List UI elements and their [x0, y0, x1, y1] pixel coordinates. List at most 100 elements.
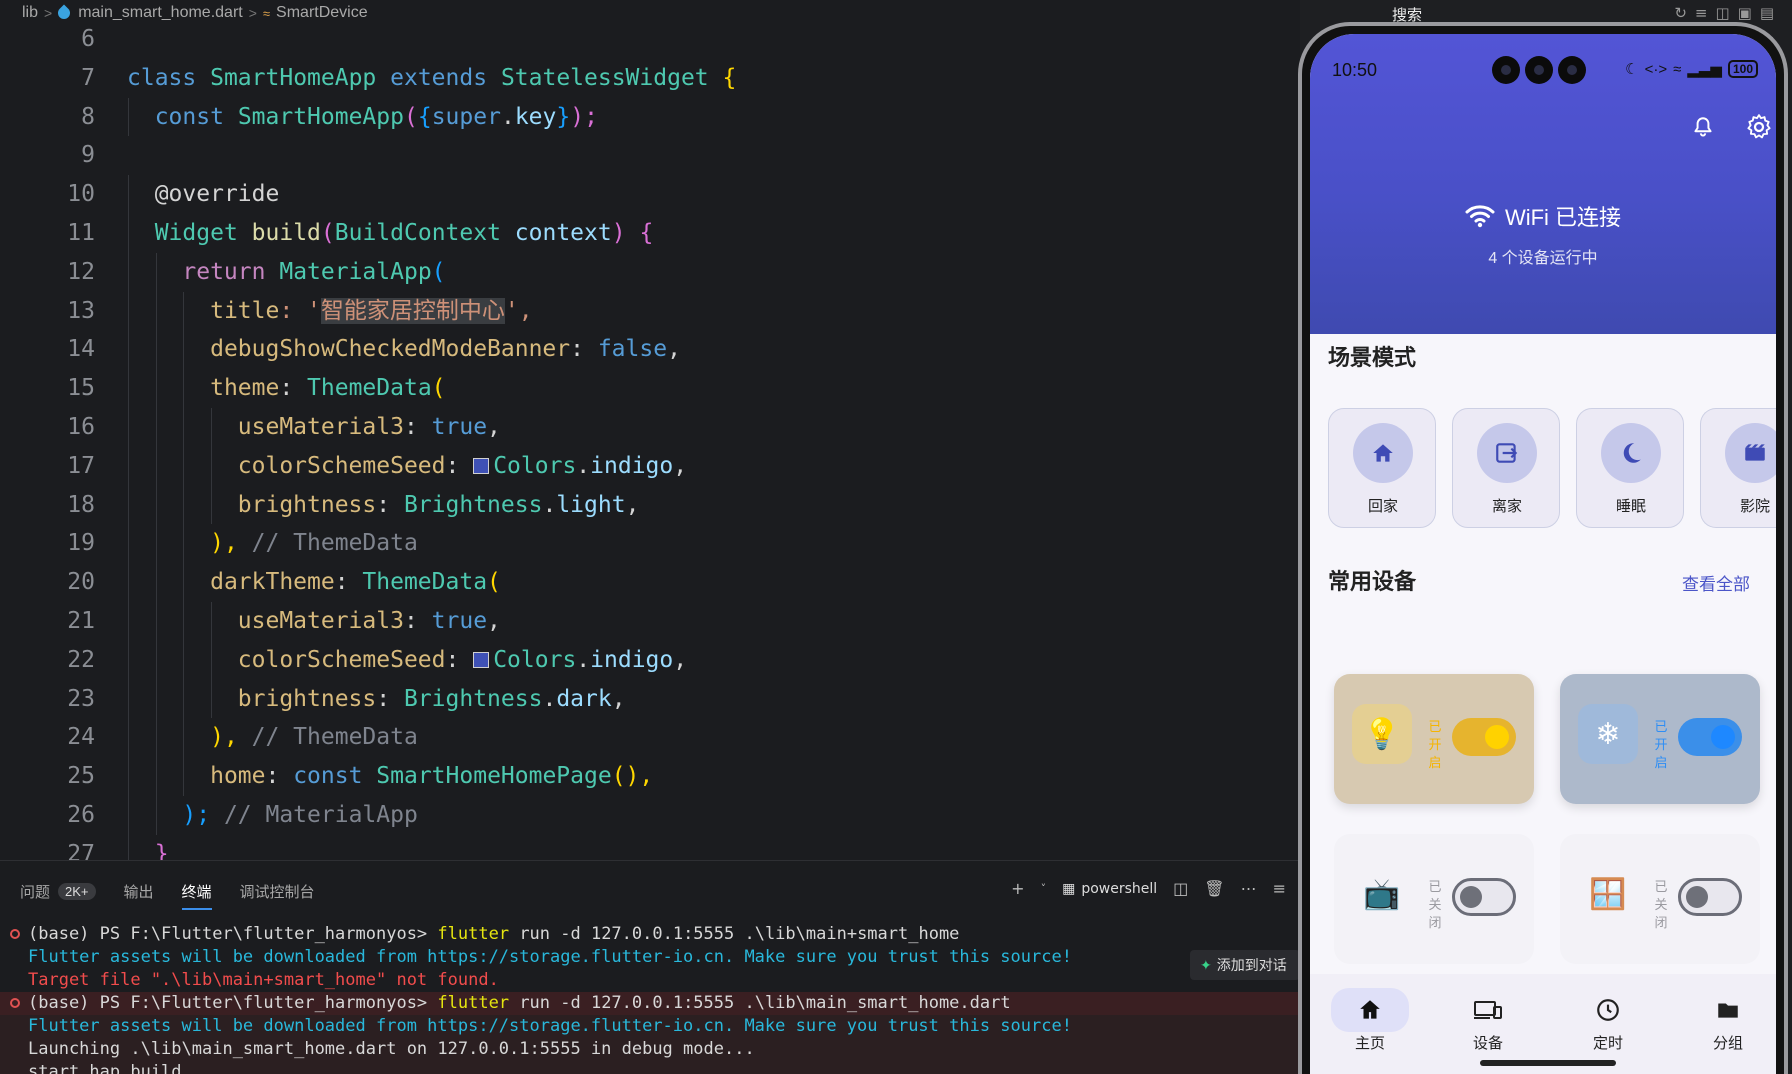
nav-item-devices[interactable]: 设备 [1448, 988, 1528, 1053]
code-line: 14 debugShowCheckedModeBanner: false, [0, 330, 1300, 370]
tab-problems[interactable]: 问题 2K+ [20, 881, 96, 902]
line-number: 26 [67, 801, 95, 828]
sparkle-icon: ✦ [1200, 956, 1212, 973]
snowflake-icon: ❄ [1578, 704, 1638, 764]
exit-icon [1496, 443, 1518, 463]
add-to-chat-button[interactable]: ✦ 添加到对话 [1190, 950, 1300, 980]
color-swatch-icon[interactable] [473, 457, 490, 474]
line-number: 14 [67, 336, 95, 363]
device-status: 已关闭 [1428, 879, 1442, 930]
chevron-down-icon[interactable]: ˅ [1041, 882, 1047, 895]
bell-icon[interactable] [1690, 114, 1716, 142]
line-number: 25 [67, 763, 95, 790]
tab-output[interactable]: 输出 [124, 881, 154, 902]
chevron-right-icon: > [44, 5, 53, 21]
code-line: 12 return MaterialApp( [0, 252, 1300, 292]
device-toggle[interactable] [1678, 878, 1742, 916]
wifi-title: WiFi 已连接 [1504, 205, 1622, 230]
terminal-line: Target file ".\lib\main+smart_home" not … [28, 970, 499, 990]
nav-item-home[interactable]: 主页 [1330, 988, 1410, 1053]
device-status: 已关闭 [1654, 879, 1668, 930]
code-editor[interactable]: lib > main_smart_home.dart > ≈ SmartDevi… [0, 0, 1300, 874]
code-icon: <·> [1644, 60, 1668, 78]
scene-card-home[interactable]: 回家 [1328, 408, 1436, 528]
movie-icon [1745, 444, 1765, 461]
tv-icon: 📺 [1352, 864, 1412, 924]
devices-icon [1474, 1001, 1502, 1019]
line-number: 8 [81, 103, 95, 130]
split-terminal-icon[interactable]: ◫ [1173, 879, 1188, 898]
plus-icon[interactable]: + [1011, 879, 1024, 898]
terminal-line: Launching .\lib\main_smart_home.dart on … [0, 1038, 1300, 1061]
device-card-aircon[interactable]: ❄ 已开启 [1560, 674, 1760, 804]
see-all-link[interactable]: 查看全部 [1682, 570, 1750, 595]
phone-screen[interactable]: 10:50 ☾ <·> ≈ ▂▃▅ 100 WiFi 已连接 4 个设备运行中 … [1310, 34, 1776, 1074]
terminal-line: start hap build... [0, 1061, 1300, 1074]
device-card-light[interactable]: 💡 已开启 [1334, 674, 1534, 804]
device-status: 已开启 [1428, 719, 1442, 770]
folder-icon [1718, 1003, 1738, 1018]
line-number: 13 [67, 297, 95, 324]
scene-card-cinema[interactable]: 影院 [1700, 408, 1776, 528]
panel-settings-icon[interactable]: ≡ [1273, 879, 1286, 898]
code-line: 15 theme: ThemeData( [0, 369, 1300, 408]
code-line: 10 @override [0, 175, 1300, 214]
line-number: 18 [67, 491, 95, 518]
window-icon: 🪟 [1578, 864, 1638, 924]
scene-card-sleep[interactable]: 睡眠 [1576, 408, 1684, 528]
home-icon [1360, 1000, 1380, 1019]
more-icon[interactable]: ⋯ [1241, 879, 1257, 898]
line-number: 23 [67, 685, 95, 712]
code-line: 8 const SmartHomeApp({super.key}); [0, 97, 1300, 137]
scene-section-title: 场景模式 [1328, 345, 1417, 370]
gear-icon[interactable] [1744, 112, 1774, 142]
terminal-icon: ▦ [1062, 880, 1076, 897]
terminal-shell-selector[interactable]: ▦ powershell [1062, 881, 1157, 897]
terminal-output[interactable]: (base) PS F:\Flutter\flutter_harmonyos> … [0, 923, 1300, 1074]
line-number: 6 [81, 26, 95, 52]
wifi-icon [1465, 205, 1495, 228]
problems-count-badge: 2K+ [58, 882, 96, 900]
code-line: 13 title: '智能家居控制中心', [0, 291, 1300, 331]
sidebar-toolbar-icons[interactable]: ↻≡◫▣▤ [1674, 4, 1782, 22]
code-line: 25 home: const SmartHomeHomePage(), [0, 757, 1300, 796]
code-line: 17 colorSchemeSeed: Colors.indigo, [0, 446, 1300, 486]
device-toggle[interactable] [1452, 878, 1516, 916]
line-number: 16 [67, 413, 95, 440]
code-line: 9 [0, 136, 1300, 175]
code-line: 18 brightness: Brightness.light, [0, 485, 1300, 525]
terminal-line: Flutter assets will be downloaded from h… [28, 947, 1072, 967]
device-toggle[interactable] [1678, 718, 1742, 756]
scene-card-leave[interactable]: 离家 [1452, 408, 1560, 528]
code-area[interactable]: 6 7 class SmartHomeApp extends StatelessW… [0, 20, 1300, 874]
line-number: 7 [81, 64, 95, 91]
wifi-icon: ≈ [1673, 60, 1682, 78]
color-swatch-icon[interactable] [473, 651, 490, 668]
device-card-window[interactable]: 🪟 已关闭 [1560, 834, 1760, 964]
tab-terminal[interactable]: 终端 [181, 881, 212, 910]
code-line: 24 ), // ThemeData [0, 718, 1300, 758]
lightbulb-icon: 💡 [1352, 704, 1412, 764]
code-line: 19 ), // ThemeData [0, 524, 1300, 564]
moon-icon: ☾ [1625, 61, 1639, 78]
tab-debug-console[interactable]: 调试控制台 [240, 881, 315, 902]
device-toggle[interactable] [1452, 718, 1516, 756]
terminal-line: Flutter assets will be downloaded from h… [0, 1015, 1300, 1038]
phone-emulator: 10:50 ☾ <·> ≈ ▂▃▅ 100 WiFi 已连接 4 个设备运行中 … [1298, 22, 1788, 1074]
line-number: 22 [67, 646, 95, 673]
line-number: 15 [67, 375, 95, 402]
class-symbol-icon: ≈ [262, 5, 271, 21]
camera-icon [1525, 56, 1553, 84]
status-time: 10:50 [1332, 60, 1378, 80]
error-dot-icon [10, 929, 20, 939]
code-line: 21 useMaterial3: true, [0, 601, 1300, 641]
code-line: 23 brightness: Brightness.dark, [0, 679, 1300, 719]
signal-icon: ▂▃▅ [1687, 61, 1722, 78]
nav-item-timer[interactable]: 定时 [1568, 988, 1648, 1053]
nav-item-groups[interactable]: 分组 [1688, 988, 1768, 1053]
device-card-tv[interactable]: 📺 已关闭 [1334, 834, 1534, 964]
dart-file-icon [55, 4, 73, 22]
trash-icon[interactable]: 🗑 [1204, 879, 1224, 898]
home-indicator[interactable] [1480, 1060, 1616, 1066]
code-line: 26 ); // MaterialApp [0, 795, 1300, 835]
